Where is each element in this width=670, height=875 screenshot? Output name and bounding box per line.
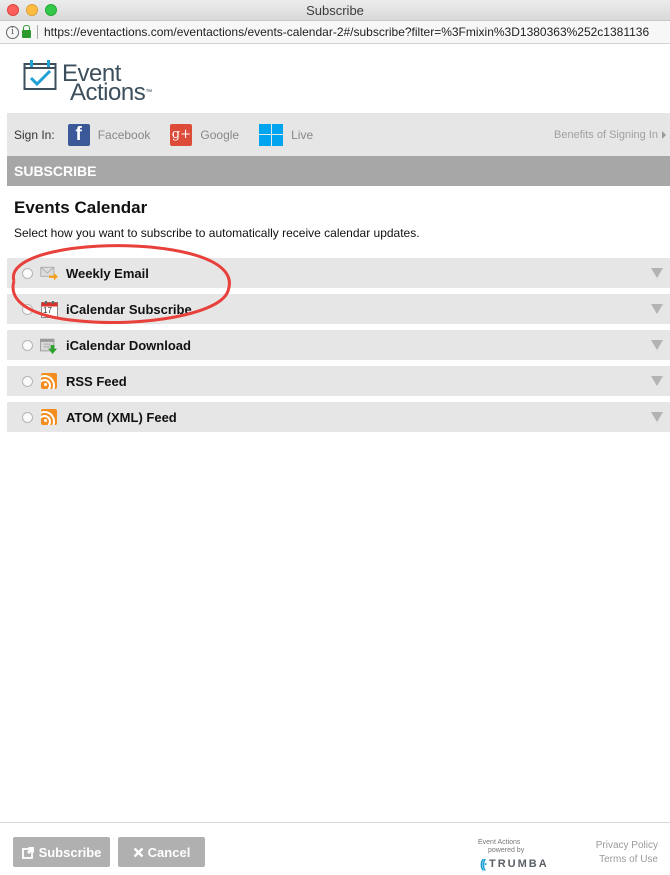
trumba-logo[interactable]: ((· TRUMBA xyxy=(480,857,549,871)
facebook-label: Facebook xyxy=(97,127,151,142)
option-label: iCalendar Download xyxy=(66,337,191,353)
signin-google-button[interactable]: g+ Google xyxy=(170,123,240,146)
chevron-down-icon[interactable] xyxy=(651,376,663,386)
logo-trademark: ™ xyxy=(145,89,152,96)
option-label: iCalendar Subscribe xyxy=(66,301,192,317)
chevron-down-icon[interactable] xyxy=(651,340,663,350)
chevron-down-icon[interactable] xyxy=(651,412,663,422)
calendar-download-icon xyxy=(40,336,58,354)
benefits-label: Benefits of Signing In xyxy=(554,128,658,141)
url-bar[interactable]: i https://eventactions.com/eventactions/… xyxy=(0,21,670,44)
option-rss-feed[interactable]: RSS Feed xyxy=(7,366,670,396)
option-icalendar-subscribe[interactable]: 17 iCalendar Subscribe xyxy=(7,294,670,324)
url-separator xyxy=(37,25,38,39)
logo-text-actions-word: Actions xyxy=(70,79,146,106)
event-actions-logo-icon xyxy=(23,60,57,90)
powered-line1: Event Actions xyxy=(478,839,521,846)
google-label: Google xyxy=(200,127,240,142)
privacy-policy-link[interactable]: Privacy Policy xyxy=(596,839,658,853)
calendar-icon: 17 xyxy=(40,300,58,318)
radio-button[interactable] xyxy=(22,303,33,315)
signin-live-button[interactable]: Live xyxy=(259,123,314,146)
signin-facebook-button[interactable]: f Facebook xyxy=(67,123,151,146)
logo-text-actions: Actions™ xyxy=(70,79,152,106)
signin-label: Sign In: xyxy=(14,127,55,142)
rss-icon xyxy=(40,372,58,390)
calendar-description: Select how you want to subscribe to auto… xyxy=(14,226,420,240)
option-atom-feed[interactable]: ATOM (XML) Feed xyxy=(7,402,670,432)
arrow-right-icon xyxy=(662,130,666,139)
subscribe-options-list: Weekly Email 17 iCalendar Subscribe iCal… xyxy=(7,258,670,438)
calendar-icon-date: 17 xyxy=(43,306,52,315)
chevron-down-icon[interactable] xyxy=(651,268,663,278)
chevron-down-icon[interactable] xyxy=(651,304,663,314)
window-titlebar: Subscribe xyxy=(0,0,670,21)
info-icon[interactable]: i xyxy=(6,25,19,39)
live-label: Live xyxy=(291,127,314,142)
powered-line2: powered by xyxy=(488,847,525,854)
external-link-icon xyxy=(21,846,34,859)
terms-of-use-link[interactable]: Terms of Use xyxy=(596,853,658,867)
radio-button[interactable] xyxy=(22,411,33,423)
cancel-button-label: Cancel xyxy=(147,844,191,860)
option-icalendar-download[interactable]: iCalendar Download xyxy=(7,330,670,360)
close-icon xyxy=(133,847,144,857)
powered-by-text: Event Actions powered by xyxy=(478,839,524,855)
email-icon xyxy=(40,264,58,282)
lock-icon[interactable] xyxy=(22,24,31,38)
radio-button[interactable] xyxy=(22,267,33,279)
option-label: Weekly Email xyxy=(66,265,149,281)
section-header: SUBSCRIBE xyxy=(7,156,670,186)
option-label: RSS Feed xyxy=(66,373,127,389)
windows-live-icon xyxy=(259,123,284,146)
facebook-icon: f xyxy=(67,123,90,146)
footer-links: Privacy Policy Terms of Use xyxy=(596,839,658,867)
footer: Subscribe Cancel Event Actions powered b… xyxy=(0,822,670,875)
trumba-label: TRUMBA xyxy=(489,858,549,870)
benefits-link[interactable]: Benefits of Signing In xyxy=(554,129,666,141)
url-text[interactable]: https://eventactions.com/eventactions/ev… xyxy=(44,25,649,39)
cancel-button[interactable]: Cancel xyxy=(118,837,205,867)
radio-button[interactable] xyxy=(22,375,33,387)
option-label: ATOM (XML) Feed xyxy=(66,409,177,425)
subscribe-button-label: Subscribe xyxy=(38,844,102,860)
google-plus-icon: g+ xyxy=(170,123,193,146)
option-weekly-email[interactable]: Weekly Email xyxy=(7,258,670,288)
subscribe-button[interactable]: Subscribe xyxy=(13,837,110,867)
window-title: Subscribe xyxy=(306,3,364,18)
calendar-title: Events Calendar xyxy=(14,198,148,217)
rss-icon xyxy=(40,408,58,426)
trumba-waves-icon: ((· xyxy=(480,857,488,871)
signin-bar: Sign In: f Facebook g+ Google Live Benef… xyxy=(7,113,670,156)
radio-button[interactable] xyxy=(22,339,33,351)
